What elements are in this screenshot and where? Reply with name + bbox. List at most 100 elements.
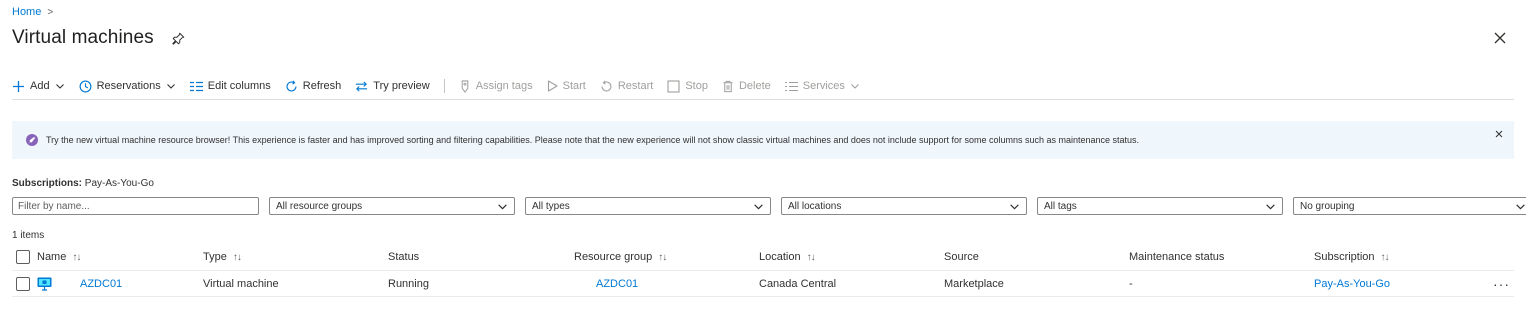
resource-group-link[interactable]: AZDC01 — [596, 271, 638, 296]
try-preview-label: Try preview — [373, 80, 430, 92]
column-header-type[interactable]: Type ↑↓ — [203, 244, 242, 270]
add-label: Add — [30, 80, 50, 92]
info-banner: Try the new virtual machine resource bro… — [12, 121, 1514, 159]
location-dropdown[interactable]: All locations — [781, 197, 1027, 215]
switch-arrows-icon — [356, 80, 368, 92]
column-header-source: Source — [944, 244, 979, 270]
banner-close-icon[interactable] — [1494, 129, 1504, 139]
assign-tags-button[interactable]: Assign tags — [459, 79, 533, 93]
vm-table: Name ↑↓ Type ↑↓ Status Resource group ↑↓… — [12, 244, 1514, 297]
reservations-label: Reservations — [96, 80, 161, 92]
column-header-source-label: Source — [944, 251, 979, 263]
column-header-name-label: Name — [37, 251, 67, 263]
pin-icon[interactable] — [172, 31, 186, 45]
chevron-down-icon — [1010, 203, 1019, 210]
chevron-down-icon — [1266, 203, 1275, 210]
location-dropdown-value: All locations — [788, 200, 842, 212]
clock-icon — [79, 80, 92, 92]
grouping-dropdown[interactable]: No grouping — [1293, 197, 1526, 215]
plus-icon — [13, 80, 24, 92]
stop-icon — [667, 79, 680, 93]
chevron-down-icon — [851, 84, 859, 89]
vm-type: Virtual machine — [203, 277, 279, 290]
rocket-badge-icon — [26, 134, 38, 146]
start-button[interactable]: Start — [547, 80, 586, 92]
restart-label: Restart — [617, 80, 654, 92]
trash-icon — [723, 80, 733, 92]
page-title: Virtual machines — [12, 27, 154, 48]
tags-dropdown-value: All tags — [1044, 200, 1077, 212]
more-actions-icon[interactable]: ··· — [1493, 271, 1510, 296]
column-header-subscription[interactable]: Subscription ↑↓ — [1314, 244, 1390, 270]
filter-by-name-input[interactable] — [12, 197, 259, 215]
column-header-maintenance-status-label: Maintenance status — [1129, 251, 1225, 263]
column-header-maintenance-status: Maintenance status — [1129, 244, 1224, 270]
filter-bar: All resource groups All types All locati… — [12, 197, 1526, 215]
stop-label: Stop — [685, 80, 708, 92]
stop-button[interactable]: Stop — [667, 79, 708, 93]
add-button[interactable]: Add — [12, 80, 65, 93]
resource-group-dropdown[interactable]: All resource groups — [269, 197, 515, 215]
column-header-name[interactable]: Name ↑↓ — [37, 244, 81, 270]
toolbar-divider — [443, 79, 445, 93]
sort-icon: ↑↓ — [806, 251, 816, 263]
column-header-resource-group[interactable]: Resource group ↑↓ — [574, 244, 667, 270]
vm-status: Running — [388, 277, 429, 290]
column-header-subscription-label: Subscription — [1314, 251, 1375, 263]
breadcrumb-home-link[interactable]: Home — [12, 6, 41, 18]
column-header-location-label: Location — [759, 251, 801, 263]
refresh-label: Refresh — [302, 80, 342, 92]
list-icon — [784, 81, 798, 91]
type-dropdown-value: All types — [532, 200, 570, 212]
title-row: Virtual machines — [12, 27, 186, 49]
restart-button[interactable]: Restart — [600, 80, 653, 93]
close-icon[interactable] — [1492, 30, 1508, 46]
type-dropdown[interactable]: All types — [525, 197, 771, 215]
chevron-down-icon — [1516, 203, 1525, 210]
services-button[interactable]: Services — [784, 80, 860, 92]
sort-icon: ↑↓ — [232, 251, 242, 263]
banner-message: Try the new virtual machine resource bro… — [46, 135, 1140, 145]
delete-label: Delete — [738, 80, 771, 92]
sort-icon: ↑↓ — [1380, 251, 1390, 263]
vm-name-link[interactable]: AZDC01 — [80, 271, 122, 296]
refresh-button[interactable]: Refresh — [285, 80, 342, 93]
tags-dropdown[interactable]: All tags — [1037, 197, 1283, 215]
try-preview-button[interactable]: Try preview — [355, 80, 430, 93]
column-header-status: Status — [388, 244, 419, 270]
play-icon — [547, 80, 558, 92]
start-label: Start — [562, 80, 586, 92]
subscriptions-value: Pay-As-You-Go — [84, 178, 154, 189]
command-bar: Add Reservations Edit columns Refresh Tr… — [12, 75, 1514, 97]
column-header-location[interactable]: Location ↑↓ — [759, 244, 816, 270]
chevron-down-icon — [166, 84, 175, 89]
column-header-status-label: Status — [388, 251, 420, 263]
refresh-icon — [286, 80, 297, 91]
breadcrumb: Home > — [12, 6, 53, 18]
vm-source: Marketplace — [944, 277, 1004, 290]
sort-icon: ↑↓ — [72, 251, 81, 263]
columns-icon — [189, 81, 203, 91]
table-header-row: Name ↑↓ Type ↑↓ Status Resource group ↑↓… — [12, 244, 1514, 270]
chevron-down-icon — [55, 84, 64, 89]
resource-group-dropdown-value: All resource groups — [276, 200, 363, 212]
restart-icon — [601, 80, 612, 91]
assign-tags-label: Assign tags — [475, 80, 533, 92]
grouping-dropdown-value: No grouping — [1300, 200, 1355, 212]
subscription-link[interactable]: Pay-As-You-Go — [1314, 271, 1390, 296]
row-checkbox[interactable] — [16, 276, 30, 291]
column-header-type-label: Type — [203, 251, 227, 263]
reservations-button[interactable]: Reservations — [79, 80, 176, 93]
vm-location: Canada Central — [759, 277, 837, 290]
delete-button[interactable]: Delete — [722, 80, 771, 93]
edit-columns-button[interactable]: Edit columns — [189, 80, 271, 92]
sort-icon: ↑↓ — [658, 251, 667, 263]
breadcrumb-separator: > — [47, 6, 54, 18]
select-all-checkbox[interactable] — [16, 250, 30, 264]
subscriptions-filter-summary: Subscriptions: Pay-As-You-Go — [12, 178, 154, 189]
services-label: Services — [802, 80, 845, 92]
subscriptions-label: Subscriptions: — [12, 178, 83, 189]
table-row[interactable]: AZDC01 Virtual machine Running AZDC01 Ca… — [12, 270, 1514, 297]
toolbar-separator — [12, 99, 1514, 100]
edit-columns-label: Edit columns — [207, 80, 271, 92]
